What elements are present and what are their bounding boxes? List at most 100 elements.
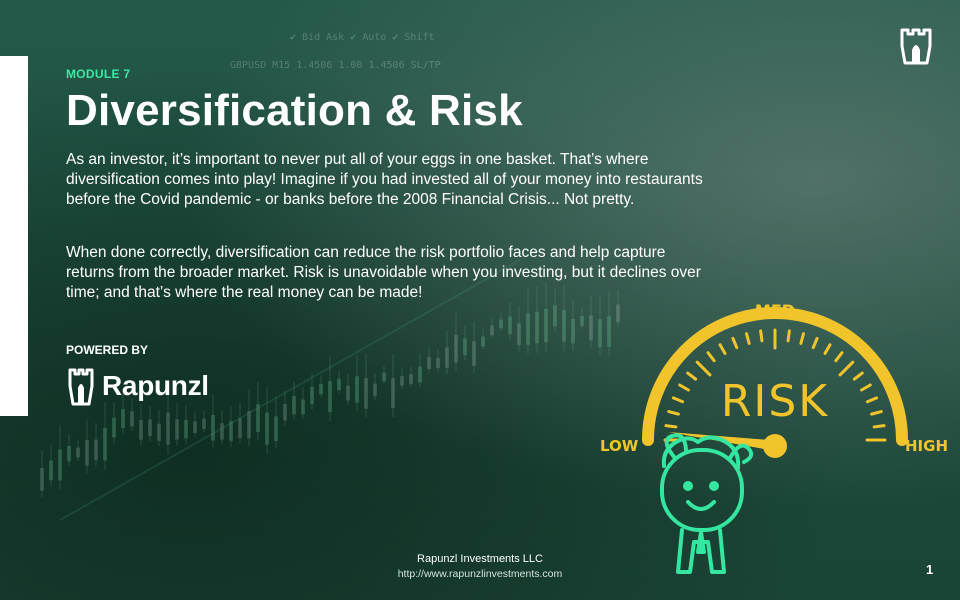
background-candle: [481, 336, 485, 347]
background-candle: [346, 385, 350, 401]
background-candle: [67, 445, 71, 462]
background-menu-text: ✔ Bid Ask ✔ Auto ✔ Shift: [290, 32, 435, 43]
background-candle: [121, 409, 125, 429]
footer-url-link[interactable]: http://www.rapunzlinvestments.com: [370, 568, 590, 580]
background-candle: [526, 313, 530, 345]
gauge-tick: [786, 329, 791, 343]
gauge-tick: [865, 396, 879, 404]
background-candle: [301, 399, 305, 415]
footer-company: Rapunzl Investments LLC: [417, 553, 543, 565]
mascot-figure: [660, 433, 754, 574]
gauge-tick: [838, 360, 855, 377]
background-ticker: ✔ Bid Ask ✔ Auto ✔ Shift GBPUSD M15 1.45…: [230, 32, 441, 82]
gauge-center-label: RISK: [721, 376, 829, 427]
background-candle: [463, 338, 467, 356]
background-candle: [148, 419, 152, 437]
gauge-tick: [860, 383, 872, 392]
background-candle: [355, 376, 359, 403]
background-candle: [337, 378, 341, 390]
background-candle: [292, 396, 296, 415]
background-candle: [373, 383, 377, 396]
background-candle: [409, 374, 413, 384]
gauge-tick: [852, 371, 864, 381]
background-candle: [58, 449, 62, 481]
background-candle: [571, 318, 575, 344]
gauge-pivot: [763, 434, 787, 458]
background-candle: [238, 418, 242, 438]
background-candle: [436, 357, 440, 369]
background-candle: [418, 366, 422, 383]
background-candle: [328, 381, 332, 412]
background-candle: [211, 414, 215, 441]
background-candle: [274, 416, 278, 441]
gauge-label-low: LOW: [600, 437, 639, 455]
background-candle: [400, 376, 404, 386]
gauge-tick: [811, 336, 819, 350]
background-candle: [130, 411, 134, 427]
gauge-tick: [834, 351, 844, 363]
background-candle: [157, 423, 161, 441]
background-candle: [310, 386, 314, 405]
gauge-tick: [678, 383, 690, 392]
gauge-tick: [664, 424, 678, 429]
gauge-tick: [706, 351, 716, 363]
gauge-tick: [667, 410, 680, 416]
mascot-head: [660, 448, 744, 532]
gauge-tick: [718, 343, 727, 355]
brand-name: Rapunzl: [102, 370, 209, 401]
gauge-label-high: HIGH: [905, 437, 948, 455]
background-candle: [364, 378, 368, 409]
background-candle: [490, 325, 494, 336]
background-candle: [283, 404, 287, 421]
background-candle: [265, 412, 269, 445]
background-candle: [76, 447, 80, 458]
gauge-tick: [745, 332, 751, 345]
powered-by-label: POWERED BY: [66, 343, 149, 357]
background-candle: [112, 417, 116, 438]
slide: ✔ Bid Ask ✔ Auto ✔ Shift GBPUSD M15 1.45…: [0, 0, 960, 600]
background-candle: [220, 423, 224, 440]
background-candle: [40, 468, 44, 491]
gauge-label-med: MED: [755, 301, 795, 320]
slide-title: Diversification & Risk: [66, 86, 523, 135]
mascot-smile: [686, 500, 716, 511]
module-label: MODULE 7: [66, 67, 131, 81]
background-candle: [535, 311, 539, 344]
gauge-tick: [759, 329, 764, 343]
background-candle: [391, 378, 395, 409]
background-candle: [139, 420, 143, 440]
rapunzl-tower-icon: [900, 28, 932, 65]
background-candle: [319, 383, 323, 395]
rapunzl-tower-icon: [68, 368, 94, 406]
intro-paragraph: As an investor, it’s important to never …: [66, 151, 703, 208]
gauge-tick: [872, 424, 886, 429]
background-candle: [103, 427, 107, 461]
background-candle: [382, 372, 386, 382]
gauge-tick: [870, 410, 883, 416]
mascot-tie: [696, 530, 706, 554]
background-candle: [166, 412, 170, 445]
background-ticker-text: GBPUSD M15 1.4506 1.00 1.4506 SL/TP: [230, 60, 441, 71]
background-candle: [427, 356, 431, 370]
background-candle: [445, 347, 449, 368]
background-candle: [454, 334, 458, 363]
risk-gauge-illustration: MED LOW HIGH RISK: [600, 301, 948, 574]
background-candle: [472, 341, 476, 366]
gauge-tick: [671, 396, 685, 404]
background-candle: [544, 308, 548, 343]
background-candle: [175, 419, 179, 440]
gauge-tick: [799, 332, 805, 345]
background-candle: [508, 316, 512, 335]
background-candle: [517, 323, 521, 346]
background-candle: [184, 419, 188, 439]
background-candle: [193, 421, 197, 433]
side-accent-bar: [0, 56, 28, 416]
page-number: 1: [926, 562, 934, 577]
gauge-tick: [731, 336, 739, 350]
background-candle: [49, 460, 53, 481]
mascot-hair: [661, 435, 741, 470]
brand-logo: Rapunzl: [66, 366, 209, 406]
gauge-tick: [823, 343, 832, 355]
background-candle: [94, 439, 98, 461]
background-candle: [202, 418, 206, 429]
